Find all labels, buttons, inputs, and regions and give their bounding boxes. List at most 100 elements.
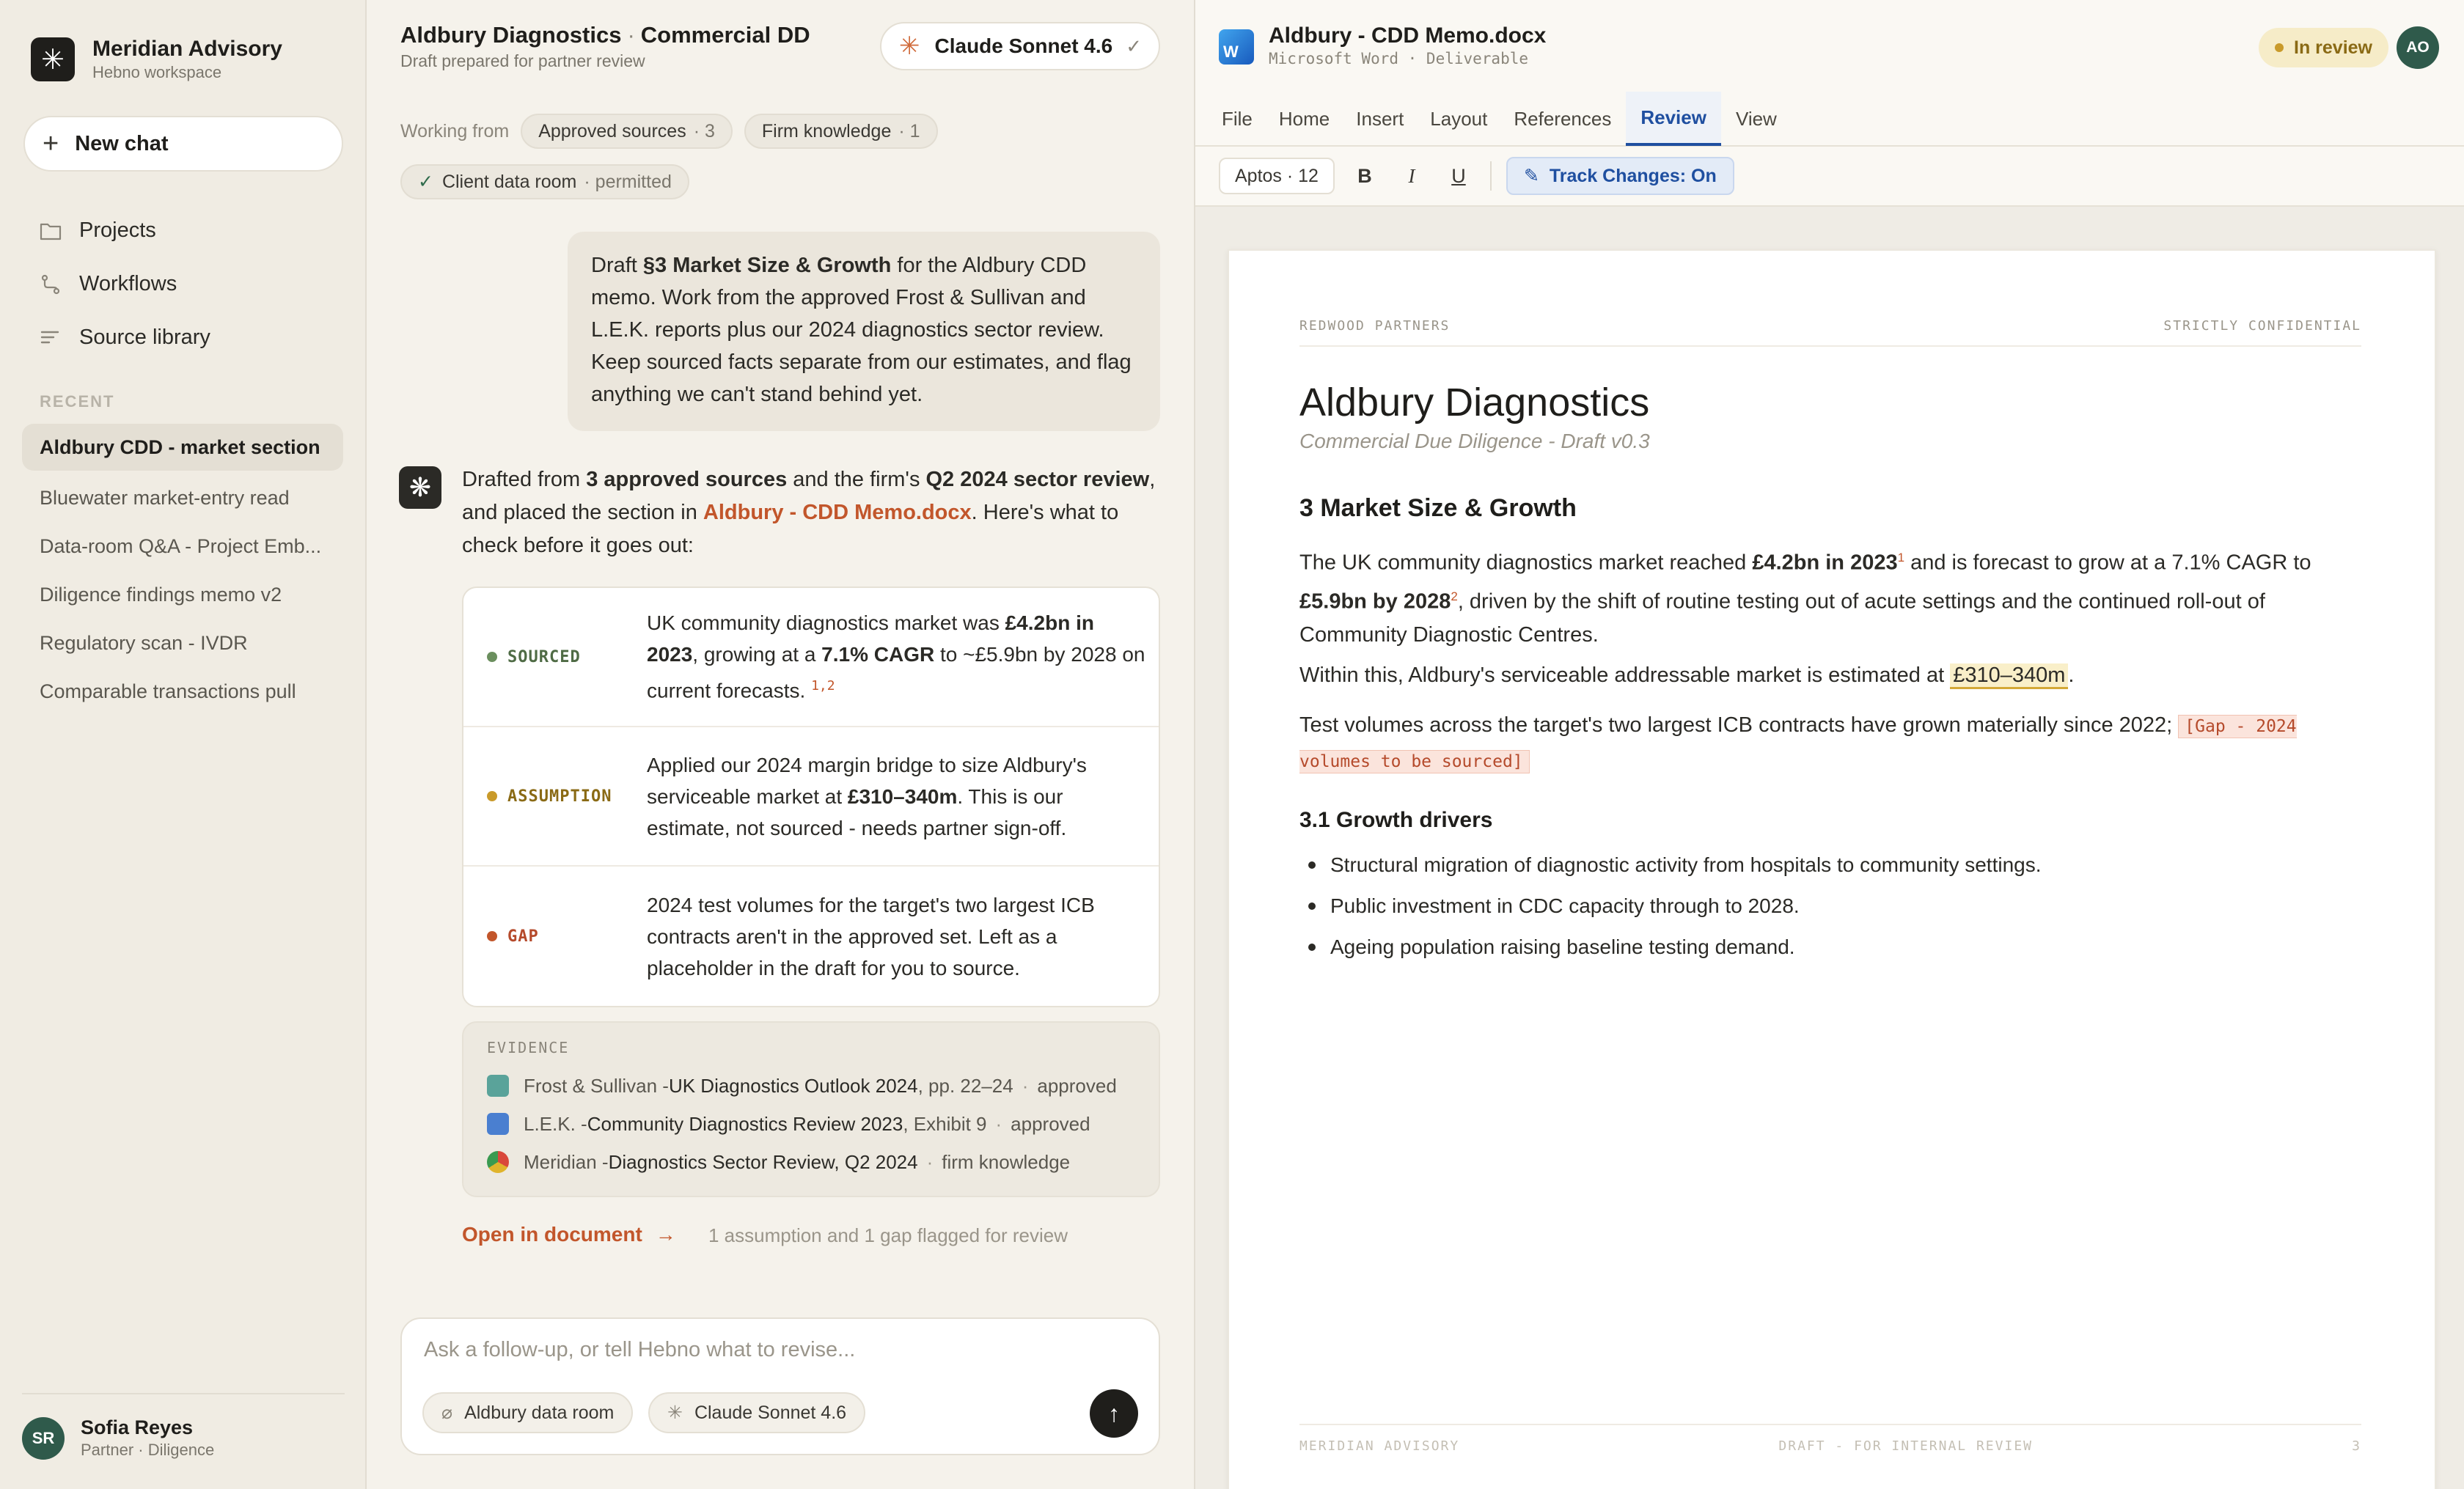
composer: Ask a follow-up, or tell Hebno what to r… [400, 1317, 1160, 1455]
chip-label: Firm knowledge [761, 120, 892, 141]
citation-marker[interactable]: 1,2 [811, 678, 835, 694]
chip-label: Client data room [441, 171, 577, 192]
model-selector[interactable]: ✳ Claude Sonnet 4.6 ✓ [880, 22, 1160, 70]
data-room-attachment-chip[interactable]: ⌀ Aldbury data room [422, 1392, 634, 1433]
section-heading: 3 Market Size & Growth [1299, 494, 1577, 522]
document-app: Microsoft Word · Deliverable [1269, 50, 1529, 67]
evidence-row[interactable]: Frost & Sullivan - UK Diagnostics Outloo… [487, 1067, 1135, 1105]
paragraph-sam: Within this, Aldbury's serviceable addre… [1299, 658, 2355, 692]
paragraph-text: . [2068, 663, 2075, 687]
evidence-row[interactable]: L.E.K. - Community Diagnostics Review 20… [487, 1105, 1135, 1143]
open-in-document-link[interactable]: Open in document → [462, 1223, 676, 1246]
chip-label: Claude Sonnet 4.6 [694, 1402, 847, 1423]
footnote-marker[interactable]: 2 [1451, 589, 1457, 603]
page-number: 3 [2352, 1438, 2361, 1454]
track-changes-toggle[interactable]: ✎ Track Changes: On [1506, 157, 1734, 195]
user-profile[interactable]: SR Sofia Reyes Partner · Diligence [22, 1393, 345, 1460]
approved-sources-chip[interactable]: Approved sources · 3 [521, 114, 733, 149]
paperclip-icon: ⌀ [441, 1402, 453, 1423]
send-button[interactable]: ↑ [1090, 1389, 1138, 1438]
tab-insert[interactable]: Insert [1356, 92, 1404, 146]
font-selector[interactable]: Aptos · 12 [1219, 158, 1335, 194]
paragraph-market: The UK community diagnostics market reac… [1299, 541, 2355, 652]
open-in-document-label: Open in document [462, 1223, 642, 1246]
chat-title-project: Aldbury Diagnostics [400, 22, 622, 48]
status-dot-icon [487, 652, 497, 662]
firm-knowledge-chip[interactable]: Firm knowledge · 1 [744, 114, 938, 149]
status-badge[interactable]: In review [2259, 28, 2388, 67]
working-from: Working from Approved sources · 3 Firm kn… [400, 114, 938, 149]
document-title: Aldbury - CDD Memo.docx [1269, 23, 1547, 48]
italic-button[interactable]: I [1395, 159, 1429, 193]
flag-row-gap: GAP 2024 test volumes for the target's t… [463, 867, 1159, 1006]
recent-item[interactable]: Aldbury CDD - market section [22, 424, 343, 471]
recent-item[interactable]: Diligence findings memo v2 [22, 570, 343, 619]
recent-item[interactable]: Regulatory scan - IVDR [22, 619, 343, 667]
tab-view[interactable]: View [1736, 92, 1777, 146]
review-note: 1 assumption and 1 gap flagged for revie… [708, 1224, 1068, 1246]
reply-bold: Q2 2024 sector review [925, 468, 1150, 491]
flag-text-part: , growing at a [692, 643, 822, 666]
sidebar-item-workflows[interactable]: Workflows [38, 257, 210, 311]
evidence-card: EVIDENCE Frost & Sullivan - UK Diagnosti… [462, 1021, 1160, 1197]
evidence-publisher: Frost & Sullivan - [524, 1074, 669, 1097]
model-chip[interactable]: ✳ Claude Sonnet 4.6 [648, 1392, 866, 1433]
assistant-avatar-icon: ❋ [399, 466, 441, 509]
underline-button[interactable]: U [1442, 159, 1475, 193]
chrome-icon [487, 1151, 509, 1173]
footnote-marker[interactable]: 1 [1898, 551, 1904, 565]
avatar[interactable]: AO [2397, 26, 2439, 69]
chip-label: Approved sources [538, 120, 686, 141]
list-item: Public investment in CDC capacity throug… [1299, 886, 2355, 927]
flag-text: UK community diagnostics market was £4.2… [647, 607, 1145, 706]
new-chat-button[interactable]: + New chat [23, 116, 343, 172]
tab-file[interactable]: File [1222, 92, 1253, 146]
flag-tag: GAP [463, 927, 647, 946]
list-item: Structural migration of diagnostic activ… [1299, 845, 2355, 886]
user-message-text: Draft [591, 254, 643, 277]
subsection-heading: 3.1 Growth drivers [1299, 808, 1493, 832]
sidebar-item-projects[interactable]: Projects [38, 204, 210, 257]
arrow-right-icon: → [655, 1223, 676, 1246]
paragraph-text: and is forecast to grow at a 7.1% CAGR t… [1904, 551, 2311, 575]
user-message-bold: §3 Market Size & Growth [642, 254, 892, 277]
recent-list: Aldbury CDD - market section Bluewater m… [22, 424, 343, 716]
recent-item[interactable]: Bluewater market-entry read [22, 474, 343, 522]
recent-item[interactable]: Comparable transactions pull [22, 667, 343, 716]
tab-review[interactable]: Review [1626, 92, 1721, 146]
chat-subtitle: Draft prepared for partner review [400, 51, 645, 70]
reply-text: and the firm's [787, 468, 926, 491]
paragraph-text: Within this, Aldbury's serviceable addre… [1299, 663, 1951, 687]
workspace-switcher[interactable]: ✳ Meridian Advisory Hebno workspace [31, 37, 282, 82]
evidence-row[interactable]: Meridian - Diagnostics Sector Review, Q2… [487, 1143, 1135, 1181]
tab-home[interactable]: Home [1279, 92, 1330, 146]
document-link[interactable]: Aldbury - CDD Memo.docx [703, 501, 972, 524]
client-data-room-chip[interactable]: ✓ Client data room · permitted [400, 164, 689, 199]
page-footer-left: MERIDIAN ADVISORY [1299, 1438, 1460, 1454]
message-input[interactable]: Ask a follow-up, or tell Hebno what to r… [424, 1338, 1084, 1367]
paragraph-text: Test volumes across the target's two lar… [1299, 713, 2179, 737]
reply-bold: 3 approved sources [586, 468, 788, 491]
bold-button[interactable]: B [1348, 159, 1382, 193]
evidence-heading: EVIDENCE [487, 1039, 570, 1056]
tab-references[interactable]: References [1514, 92, 1611, 146]
recent-item[interactable]: Data-room Q&A - Project Emb... [22, 522, 343, 570]
document-pane: W Aldbury - CDD Memo.docx Microsoft Word… [1194, 0, 2464, 1489]
document-header: W Aldbury - CDD Memo.docx Microsoft Word… [1195, 0, 2464, 92]
model-name: Claude Sonnet 4.6 [934, 34, 1113, 57]
evidence-publisher: Meridian - [524, 1150, 609, 1173]
flag-tag-label: GAP [507, 927, 539, 946]
chat-panel: Aldbury Diagnostics · Commercial DD Draft … [367, 0, 1194, 1489]
flag-tag-label: SOURCED [507, 647, 581, 666]
chat-title-separator: · [627, 22, 635, 48]
paragraph-volumes: Test volumes across the target's two lar… [1299, 708, 2355, 779]
workspace-logo-icon: ✳ [31, 37, 75, 81]
sidebar-nav: Projects Workflows Source library [38, 204, 210, 364]
sidebar-item-source-library[interactable]: Source library [38, 311, 210, 364]
document-page[interactable]: REDWOOD PARTNERS STRICTLY CONFIDENTIAL A… [1228, 249, 2436, 1489]
tab-layout[interactable]: Layout [1430, 92, 1487, 146]
assumption-highlight[interactable]: £310–340m [1950, 663, 2069, 689]
bullet-icon [1308, 944, 1316, 951]
arrow-up-icon: ↑ [1108, 1400, 1120, 1427]
check-icon: ✓ [1126, 34, 1143, 57]
